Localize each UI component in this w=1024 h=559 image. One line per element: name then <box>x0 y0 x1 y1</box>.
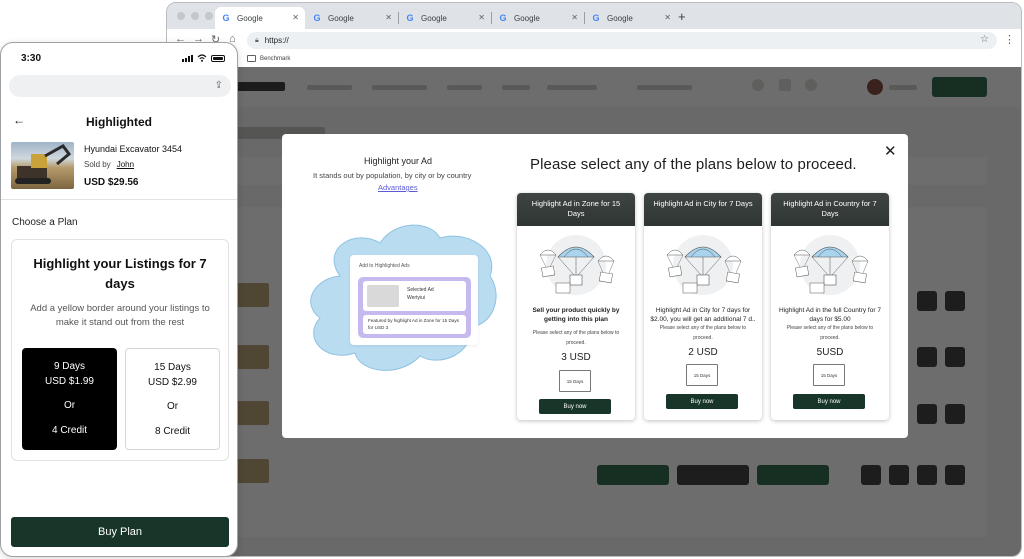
plan-title: Highlight Ad in Zone for 15 Days <box>517 193 635 226</box>
buy-plan-button[interactable]: Buy Plan <box>11 517 229 547</box>
plan-duration-selector[interactable]: 15 Days <box>686 364 718 386</box>
battery-icon <box>211 54 225 62</box>
plan-card-title: Highlight your Listings for 7 days <box>33 256 207 291</box>
close-tab-icon[interactable]: ✕ <box>664 13 671 22</box>
google-g-icon: G <box>499 13 507 23</box>
plan-price: 2 USD <box>688 347 718 358</box>
illustration-card: Add to Highlighted Ads Selected Ad Werty… <box>350 255 478 345</box>
close-tab-icon[interactable]: ✕ <box>292 13 299 22</box>
plan-card-country: Highlight Ad in Country for 7 Days Highl… <box>771 193 889 420</box>
lock-icon: 🔒︎ <box>255 36 259 44</box>
highlight-ad-title: Highlight your Ad <box>364 156 433 166</box>
mobile-phone: 3:30 ⇪ ← Highlighted Hyundai Excavator 3… <box>0 42 238 557</box>
google-g-icon: G <box>313 13 321 23</box>
plan-price: 5USD <box>816 347 844 358</box>
plan-option-9-days[interactable]: 9 Days USD $1.99 Or 4 Credit <box>22 348 117 450</box>
plan-title: Highlight Ad in City for 7 Days <box>644 193 762 226</box>
google-g-icon: G <box>592 13 600 23</box>
bookmarks-bar: Benchmark <box>167 51 1021 67</box>
new-tab-button[interactable]: + <box>678 9 686 24</box>
plan-price: 3 USD <box>561 352 591 363</box>
buy-now-button[interactable]: Buy now <box>666 394 738 409</box>
plan-note: Please select any of the plans below to … <box>532 330 620 346</box>
parachute-boxes-icon <box>666 235 742 295</box>
plan-description: Highlight Ad in City for 7 days for $2.0… <box>650 307 756 324</box>
close-tab-icon[interactable]: ✕ <box>385 13 392 22</box>
signal-icon <box>182 54 193 62</box>
sold-by: Sold by John <box>84 160 135 169</box>
buy-now-button[interactable]: Buy now <box>793 394 865 409</box>
window-controls <box>177 12 213 20</box>
plan-note: Please select any of the plans below to … <box>659 325 747 341</box>
choose-plan-label: Choose a Plan <box>12 217 78 228</box>
plan-card-city: Highlight Ad in City for 7 Days Highligh… <box>644 193 762 420</box>
browser-tab[interactable]: G Google ✕ <box>492 7 585 29</box>
kebab-menu-icon[interactable]: ⋮ <box>1004 33 1015 46</box>
seller-link[interactable]: John <box>117 160 134 169</box>
browser-tab[interactable]: G Google ✕ <box>306 7 399 29</box>
advantages-link[interactable]: Advantages <box>378 183 418 192</box>
bookmark-benchmark[interactable]: Benchmark <box>247 55 290 62</box>
close-tab-icon[interactable]: ✕ <box>478 13 485 22</box>
product-name: Hyundai Excavator 3454 <box>84 144 183 154</box>
close-icon[interactable]: ✕ <box>884 142 897 160</box>
wifi-icon <box>197 54 207 62</box>
plan-note: Please select any of the plans below to … <box>786 325 874 341</box>
highlight-illustration: Add to Highlighted Ads Selected Ad Werty… <box>300 218 500 378</box>
address-bar-row: ← → ↻ ⌂ 🔒︎ https:// ☆ ⋮ <box>167 29 1021 51</box>
plan-description: Highlight Ad in the full Country for 7 d… <box>779 307 881 324</box>
plan-card: Highlight your Listings for 7 days Add a… <box>11 239 229 461</box>
parachute-boxes-icon <box>793 235 869 295</box>
folder-icon <box>247 55 256 62</box>
browser-tab[interactable]: G Google ✕ <box>585 7 677 29</box>
product-price: USD $29.56 <box>84 177 139 188</box>
parachute-boxes-icon <box>539 235 615 295</box>
star-icon[interactable]: ☆ <box>980 34 989 45</box>
close-tab-icon[interactable]: ✕ <box>571 13 578 22</box>
plan-duration-selector[interactable]: 15 Days <box>813 364 845 386</box>
status-icons <box>182 54 225 62</box>
plan-description: Sell your product quickly by getting int… <box>532 307 620 324</box>
plan-option-15-days[interactable]: 15 Days USD $2.99 Or 8 Credit <box>125 348 220 450</box>
product-image <box>11 142 74 189</box>
plan-duration-selector[interactable]: 15 Days <box>559 370 591 392</box>
url-input[interactable]: 🔒︎ https:// ☆ <box>247 32 997 49</box>
buy-now-button[interactable]: Buy now <box>539 399 611 414</box>
highlight-plans-modal: ✕ Highlight your Ad It stands out by pop… <box>282 134 908 438</box>
status-time: 3:30 <box>21 53 42 64</box>
thumbnail-placeholder <box>367 285 399 307</box>
share-icon[interactable]: ⇪ <box>215 80 223 91</box>
google-g-icon: G <box>406 13 414 23</box>
google-g-icon: G <box>222 13 230 23</box>
mobile-url-bar[interactable]: ⇪ <box>9 75 231 97</box>
divider <box>1 199 237 200</box>
tab-bar: G Google ✕ G Google ✕ G Google ✕ G Googl… <box>167 3 1021 29</box>
browser-tab[interactable]: G Google ✕ <box>399 7 492 29</box>
modal-heading: Please select any of the plans below to … <box>530 156 857 173</box>
plan-card-subtitle: Add a yellow border around your listings… <box>30 303 210 328</box>
browser-tab[interactable]: G Google ✕ <box>215 7 305 29</box>
plan-card-zone: Highlight Ad in Zone for 15 Days Sell yo… <box>517 193 635 420</box>
page-title: Highlighted <box>86 115 152 129</box>
plan-title: Highlight Ad in Country for 7 Days <box>771 193 889 226</box>
highlight-ad-subtitle: It stands out by population, by city or … <box>313 171 472 180</box>
